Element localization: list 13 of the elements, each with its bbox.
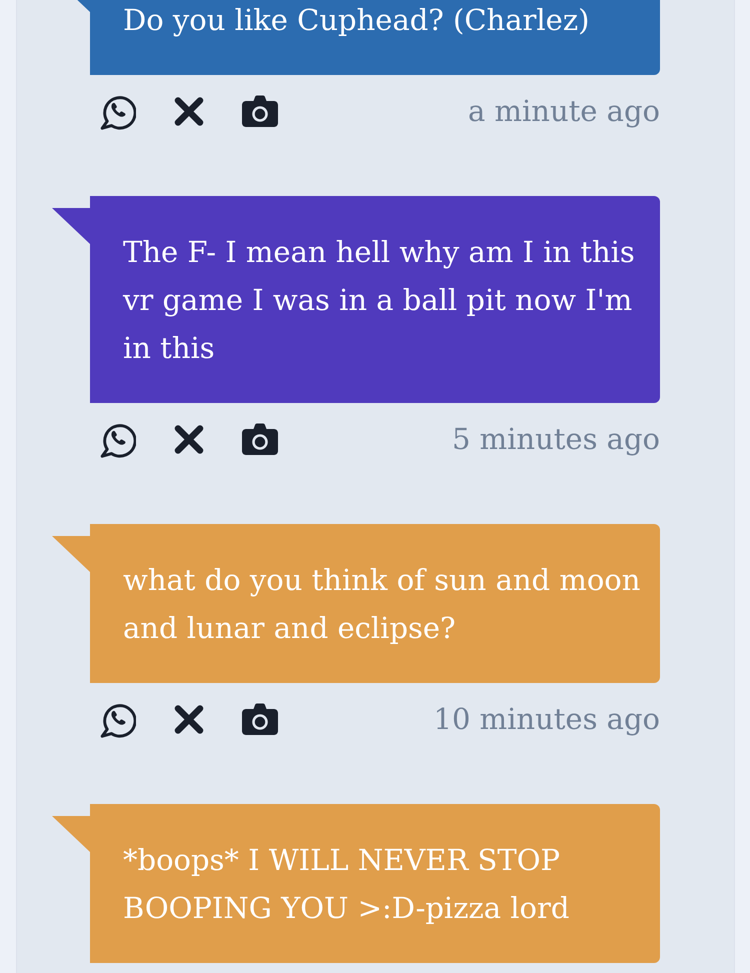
- message-text: Do you like Cuphead? (Charlez): [123, 2, 590, 39]
- timestamp: 10 minutes ago: [434, 701, 660, 738]
- message-text: what do you think of sun and moon and lunar and eclipse?: [123, 562, 642, 647]
- camera-icon[interactable]: [242, 95, 278, 127]
- message-text: *boops* I WILL NEVER STOP BOOPING YOU >:D-pizza lord: [123, 842, 570, 927]
- camera-icon[interactable]: [242, 703, 278, 735]
- message-text: The F- I mean hell why am I in this vr game I was in a ball pit now I'm in this: [123, 234, 636, 367]
- close-icon[interactable]: [174, 424, 204, 454]
- camera-icon[interactable]: [242, 423, 278, 455]
- timestamp: a minute ago: [468, 93, 660, 130]
- timestamp: 5 minutes ago: [452, 421, 660, 458]
- close-icon[interactable]: [174, 704, 204, 734]
- close-icon[interactable]: [174, 96, 204, 126]
